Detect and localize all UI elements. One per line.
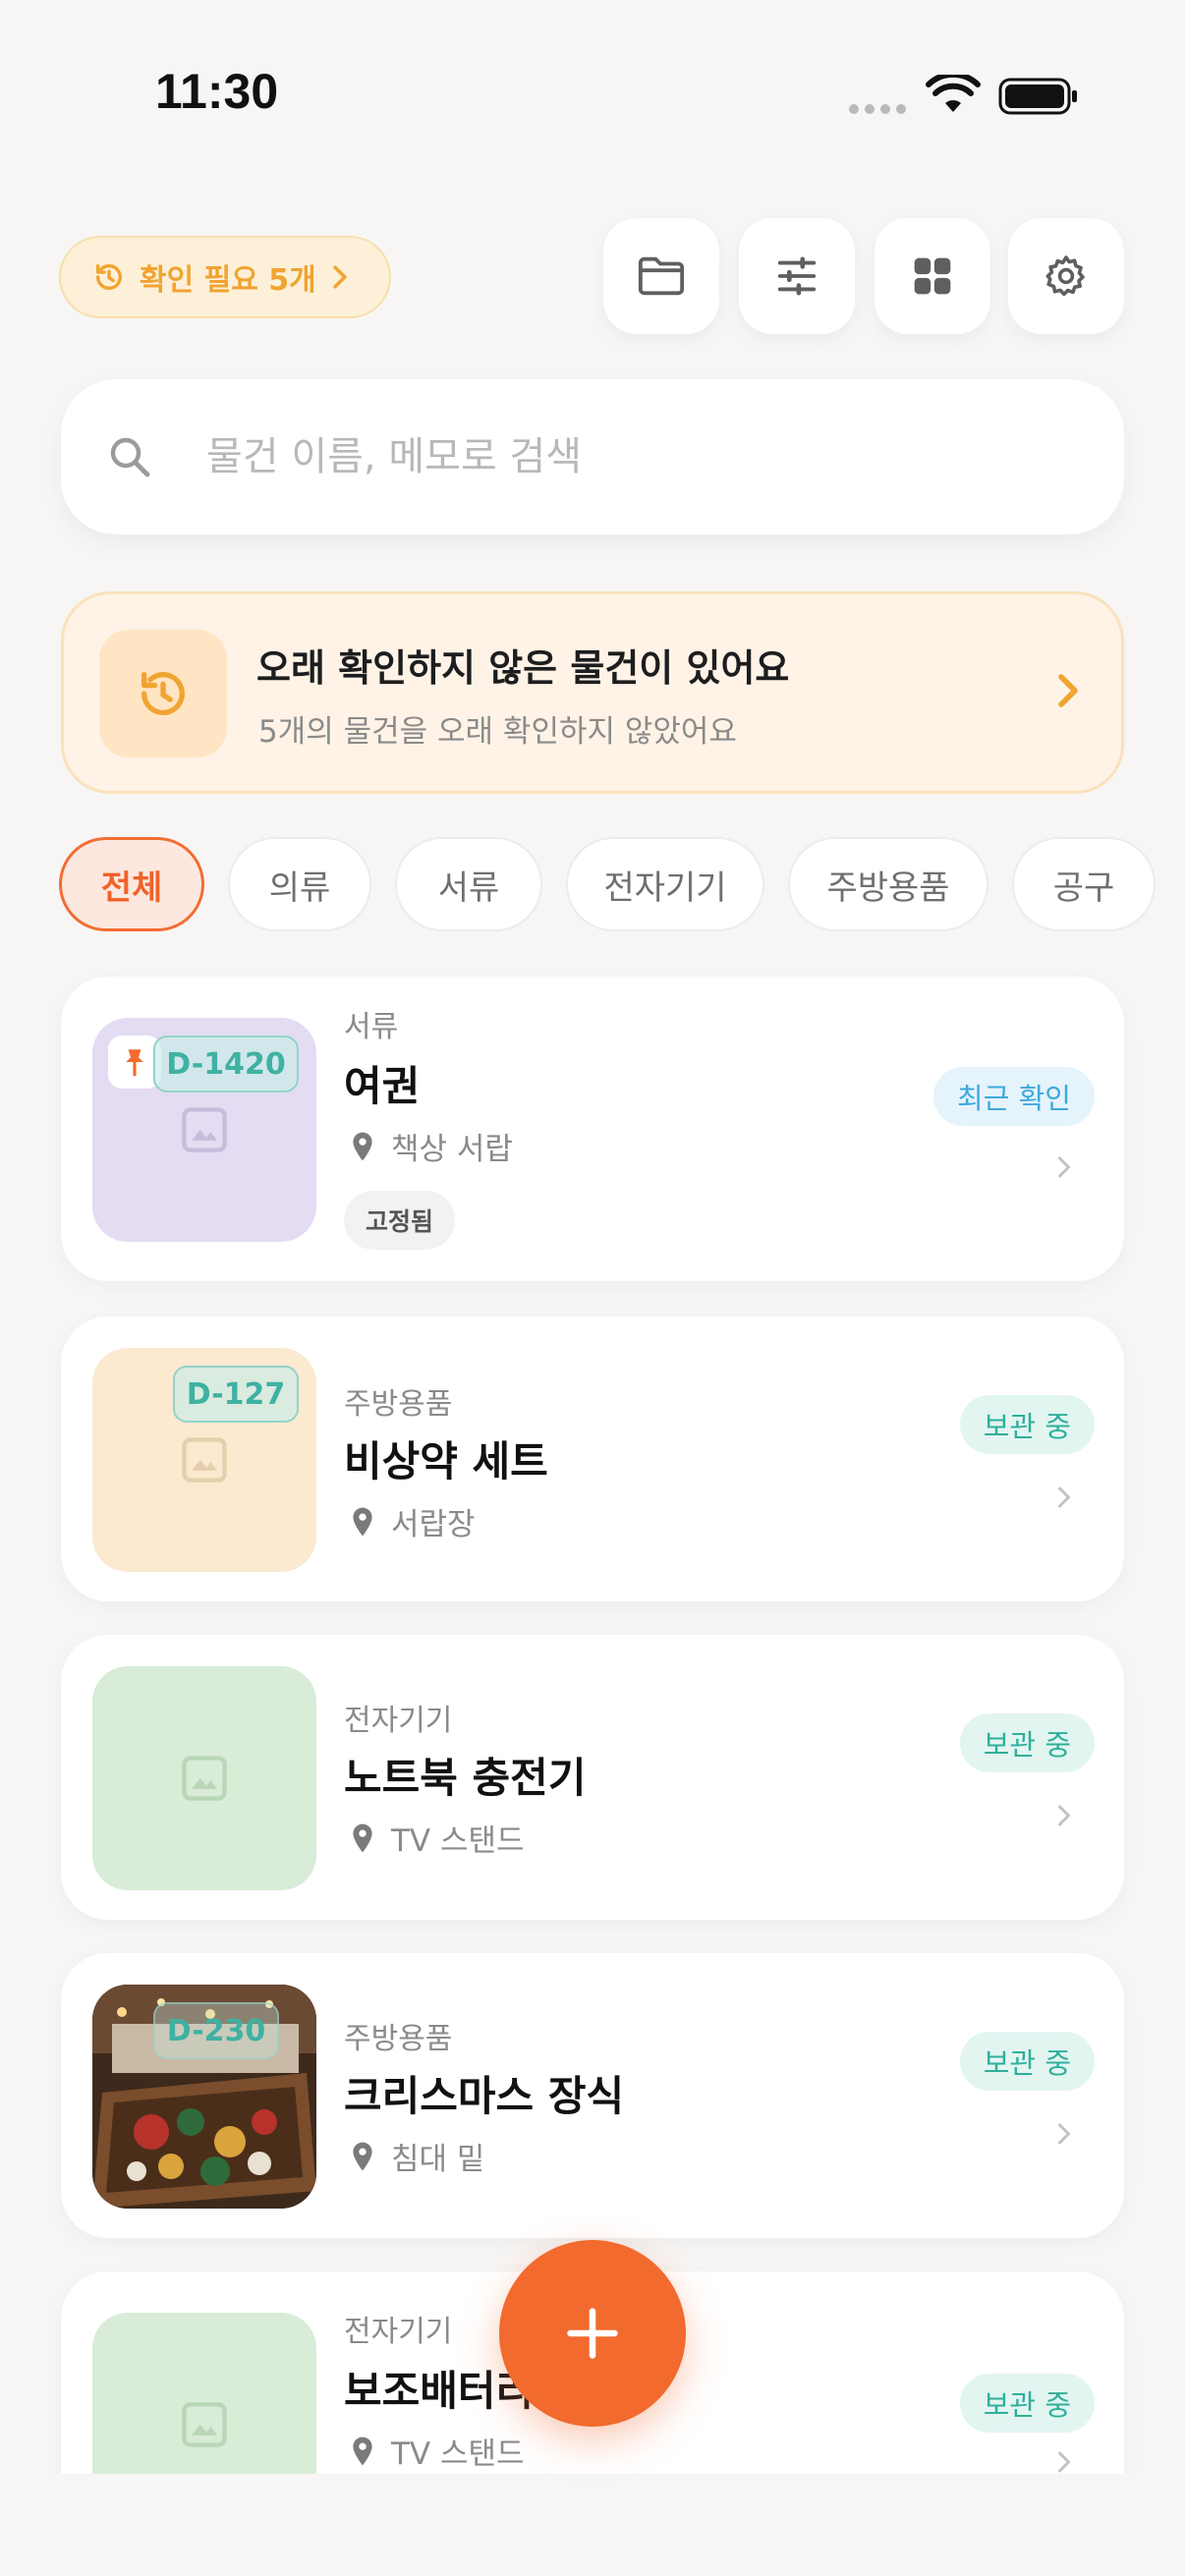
grid-icon bbox=[914, 257, 951, 295]
bottom-safe-area bbox=[0, 2474, 1185, 2576]
status-badge: 최근 확인 bbox=[933, 1067, 1095, 1126]
image-placeholder-icon bbox=[182, 1107, 227, 1152]
item-location: 책상 서랍 bbox=[350, 1124, 513, 1168]
signal-icon bbox=[849, 104, 906, 114]
chevron-right-icon bbox=[1058, 674, 1078, 707]
chevron-right-icon bbox=[1058, 2123, 1070, 2145]
banner-title: 오래 확인하지 않은 물건이 있어요 bbox=[256, 646, 790, 690]
item-thumbnail: D-1420 bbox=[92, 1018, 316, 1242]
banner-icon-box bbox=[99, 630, 227, 757]
plus-icon bbox=[567, 2308, 618, 2359]
item-location: 침대 밑 bbox=[350, 2134, 484, 2178]
category-filter: 전체 의류 서류 전자기기 주방용품 공구 bbox=[59, 837, 1156, 931]
review-needed-label: 확인 필요 5개 bbox=[140, 263, 316, 298]
category-chip-clothing[interactable]: 의류 bbox=[228, 837, 371, 931]
category-chip-documents[interactable]: 서류 bbox=[395, 837, 542, 931]
location-pin-icon bbox=[353, 2436, 372, 2465]
filter-button[interactable] bbox=[739, 218, 855, 334]
item-name: 비상약 세트 bbox=[344, 1437, 548, 1485]
item-location: 서랍장 bbox=[350, 1499, 476, 1543]
location-pin-icon bbox=[353, 2142, 372, 2170]
add-item-button[interactable] bbox=[499, 2240, 686, 2427]
status-bar: 11:30 bbox=[0, 0, 1185, 196]
image-placeholder-icon bbox=[182, 2402, 227, 2447]
history-icon bbox=[141, 672, 185, 715]
chevron-right-icon bbox=[333, 265, 347, 289]
wifi-icon bbox=[926, 75, 981, 112]
item-card[interactable]: D-1420 서류 여권 책상 서랍 고정됨 최근 확인 bbox=[61, 977, 1124, 1281]
search-bar[interactable] bbox=[61, 379, 1124, 534]
item-thumbnail bbox=[92, 1666, 316, 1890]
status-badge: 보관 중 bbox=[959, 1713, 1095, 1772]
item-category: 전자기기 bbox=[344, 1704, 453, 1738]
chevron-right-icon bbox=[1058, 2451, 1070, 2473]
header: 확인 필요 5개 bbox=[0, 216, 1185, 344]
search-icon bbox=[110, 437, 150, 477]
category-chip-all[interactable]: 전체 bbox=[59, 837, 204, 931]
grid-view-button[interactable] bbox=[875, 218, 990, 334]
pinned-tag: 고정됨 bbox=[344, 1191, 456, 1250]
item-name: 노트북 충전기 bbox=[344, 1754, 587, 1802]
location-pin-icon bbox=[353, 1132, 372, 1160]
item-location-label: 서랍장 bbox=[391, 1507, 476, 1542]
history-icon bbox=[95, 263, 123, 290]
status-badge: 보관 중 bbox=[959, 1395, 1095, 1454]
review-needed-button[interactable]: 확인 필요 5개 bbox=[59, 236, 391, 318]
category-chip-kitchen[interactable]: 주방용품 bbox=[788, 837, 988, 931]
item-category: 주방용품 bbox=[344, 2022, 453, 2056]
item-card[interactable]: D-230 주방용품 크리스마스 장식 침대 밑 보관 중 bbox=[61, 1953, 1124, 2238]
item-category: 주방용품 bbox=[344, 1387, 453, 1422]
item-location-label: 책상 서랍 bbox=[391, 1132, 513, 1167]
item-card[interactable]: 전자기기 노트북 충전기 TV 스탠드 보관 중 bbox=[61, 1635, 1124, 1920]
item-location-label: TV 스탠드 bbox=[391, 1823, 525, 1859]
status-badge: 보관 중 bbox=[959, 2374, 1095, 2433]
item-card[interactable]: D-127 주방용품 비상약 세트 서랍장 보관 중 bbox=[61, 1316, 1124, 1601]
gear-icon bbox=[1045, 255, 1085, 297]
item-thumbnail: D-127 bbox=[92, 1348, 316, 1572]
image-placeholder-icon bbox=[182, 1756, 227, 1801]
folder-button[interactable] bbox=[603, 218, 719, 334]
category-chip-electronics[interactable]: 전자기기 bbox=[566, 837, 764, 931]
chevron-right-icon bbox=[1058, 1156, 1070, 1178]
item-category: 전자기기 bbox=[344, 2315, 453, 2349]
chevron-right-icon bbox=[1058, 1805, 1070, 1826]
status-badge: 보관 중 bbox=[959, 2032, 1095, 2091]
item-name: 크리스마스 장식 bbox=[344, 2072, 625, 2120]
item-location: TV 스탠드 bbox=[350, 1816, 525, 1860]
item-code-badge: D-1420 bbox=[153, 1036, 299, 1092]
image-placeholder-icon bbox=[182, 1437, 227, 1483]
status-time: 11:30 bbox=[155, 64, 279, 119]
item-location-label: 침대 밑 bbox=[391, 2142, 485, 2177]
banner-subtitle: 5개의 물건을 오래 확인하지 않았어요 bbox=[258, 714, 737, 750]
folder-icon bbox=[638, 256, 685, 296]
item-code-badge: D-127 bbox=[173, 1366, 299, 1423]
category-chip-tools[interactable]: 공구 bbox=[1012, 837, 1156, 931]
item-location-label: TV 스탠드 bbox=[391, 2436, 525, 2472]
item-category: 서류 bbox=[344, 1010, 399, 1044]
item-name: 여권 bbox=[344, 1062, 421, 1110]
chevron-right-icon bbox=[1058, 1486, 1070, 1508]
location-pin-icon bbox=[353, 1507, 372, 1536]
search-input[interactable] bbox=[206, 434, 992, 479]
sliders-icon bbox=[777, 256, 817, 296]
item-location: TV 스탠드 bbox=[350, 2429, 525, 2473]
location-pin-icon bbox=[353, 1823, 372, 1852]
stale-items-banner[interactable]: 오래 확인하지 않은 물건이 있어요 5개의 물건을 오래 확인하지 않았어요 bbox=[61, 591, 1124, 794]
settings-button[interactable] bbox=[1008, 218, 1124, 334]
battery-icon bbox=[998, 78, 1077, 115]
item-code-badge: D-230 bbox=[153, 2002, 279, 2059]
item-photo: D-230 bbox=[92, 1985, 316, 2209]
